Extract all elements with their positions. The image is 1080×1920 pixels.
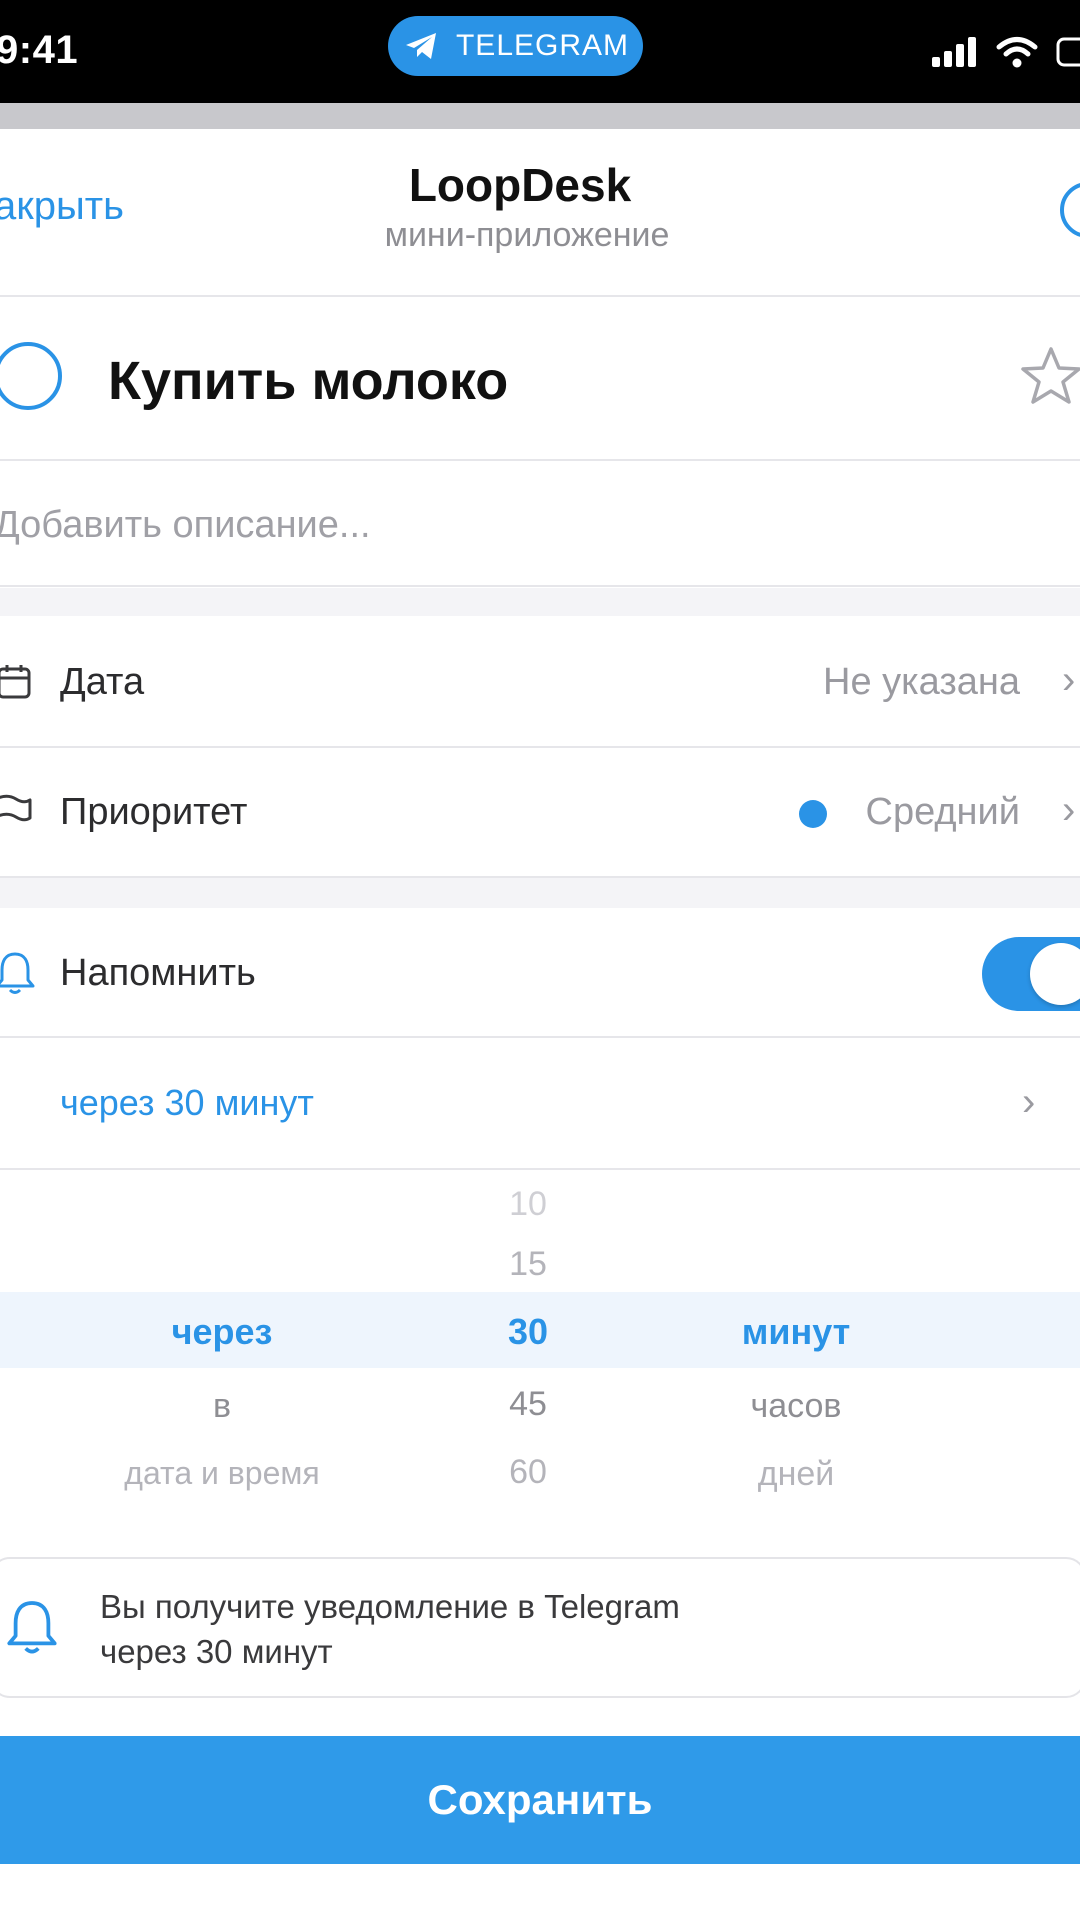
telegram-pill[interactable]: TELEGRAM [388, 16, 643, 76]
priority-dot [799, 800, 827, 828]
section-gap [0, 588, 1080, 616]
bell-icon [7, 1601, 57, 1654]
telegram-plane-icon [405, 33, 436, 59]
signal-icon [932, 37, 976, 67]
picker-mode-option[interactable]: через [72, 1311, 372, 1353]
bell-icon [0, 952, 35, 994]
task-title[interactable]: Купить молоко [108, 350, 508, 412]
save-button[interactable]: Сохранить [0, 1736, 1080, 1864]
app-subtitle: мини-приложение [384, 216, 670, 254]
chevron-right-icon: › [1022, 1080, 1036, 1124]
chevron-right-icon: › [1062, 788, 1076, 832]
priority-value: Средний [865, 791, 1021, 833]
description-input[interactable]: Добавить описание... [0, 504, 371, 547]
telegram-pill-label: TELEGRAM [455, 29, 630, 62]
remind-value: через 30 минут [60, 1082, 314, 1123]
chevron-right-icon: › [1062, 658, 1076, 702]
app-title: LoopDesk [408, 159, 632, 211]
status-icons [932, 36, 1080, 68]
save-button-label: Сохранить [427, 1776, 653, 1823]
picker-unit-option[interactable]: часов [646, 1387, 946, 1426]
app-header [0, 129, 1080, 297]
wifi-icon [996, 37, 1038, 68]
info-line-2: через 30 минут [100, 1633, 333, 1670]
picker-number-option[interactable]: 15 [378, 1245, 678, 1284]
priority-label: Приоритет [60, 791, 248, 833]
picker-number-option[interactable]: 30 [378, 1311, 678, 1353]
date-label: Дата [60, 661, 145, 703]
sheet-top-strip [0, 103, 1080, 129]
section-gap [0, 878, 1080, 908]
flag-icon [0, 794, 32, 822]
picker-mode-option[interactable]: дата и время [72, 1455, 372, 1492]
star-icon[interactable] [1018, 344, 1080, 410]
notification-info-text: Вы получите уведомление в Telegram через… [100, 1584, 680, 1674]
date-value: Не указана [823, 661, 1020, 703]
calendar-icon [0, 665, 31, 699]
picker-unit-option[interactable]: минут [646, 1311, 946, 1353]
picker-number-option[interactable]: 60 [378, 1453, 678, 1492]
status-time: 9:41 [0, 28, 79, 72]
picker-unit-option[interactable]: дней [646, 1455, 946, 1494]
battery-icon [1056, 37, 1080, 67]
remind-label: Напомнить [60, 952, 256, 994]
picker-number-option[interactable]: 45 [378, 1385, 678, 1424]
picker-mode-option[interactable]: в [72, 1387, 372, 1426]
picker-number-option[interactable]: 10 [378, 1185, 678, 1224]
info-line-1: Вы получите уведомление в Telegram [100, 1588, 680, 1625]
